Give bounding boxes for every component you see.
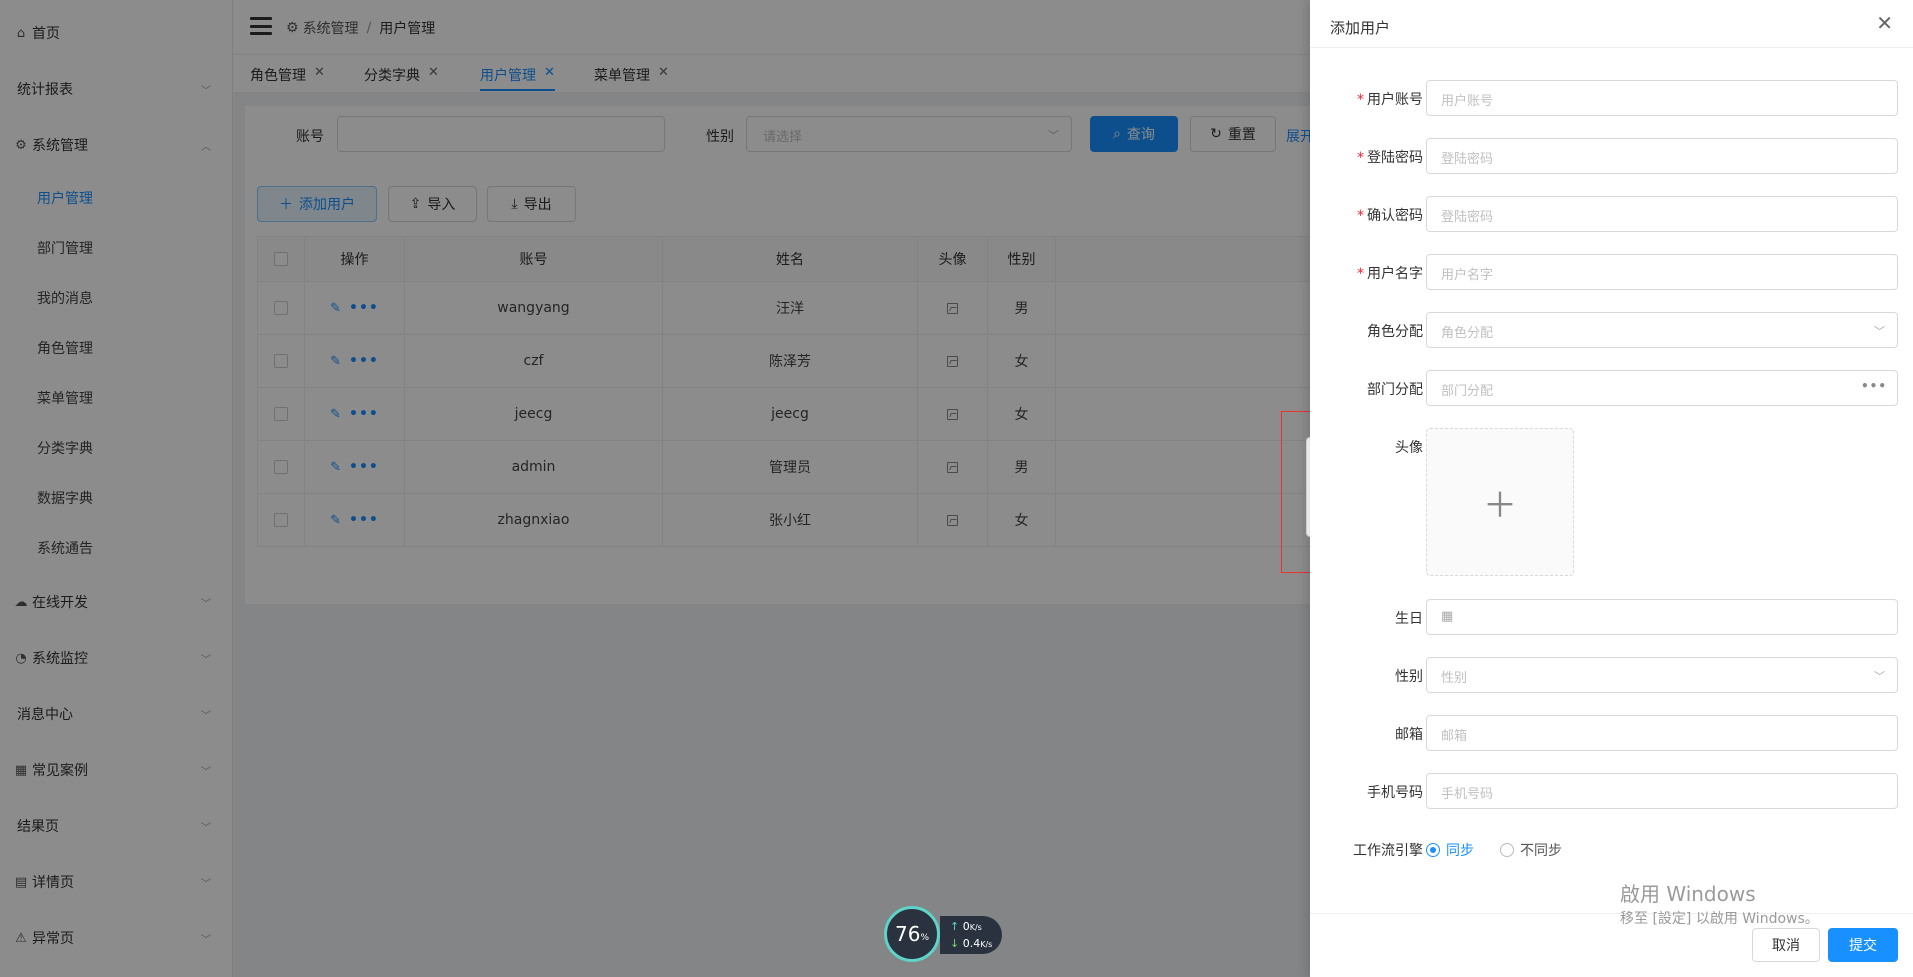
required-mark: * — [1357, 266, 1364, 282]
realname-placeholder: 用户名字 — [1441, 268, 1494, 283]
arrow-up-icon: ↑ — [950, 920, 960, 933]
gender-field-placeholder: 性别 — [1441, 671, 1468, 686]
phone-field[interactable]: 手机号码 — [1426, 773, 1898, 809]
required-mark: * — [1357, 150, 1364, 166]
avatar-label: 头像 — [1395, 440, 1423, 456]
calendar-icon: ▦ — [1441, 609, 1454, 624]
ellipsis-icon[interactable]: ••• — [1861, 379, 1887, 393]
upload-rate: 0 — [962, 920, 970, 933]
birthday-picker[interactable]: ▦ — [1426, 599, 1898, 635]
password-label-text: 登陆密码 — [1367, 150, 1423, 166]
close-icon[interactable]: ✕ — [1876, 13, 1893, 33]
chevron-down-icon: ﹀ — [1874, 670, 1885, 683]
workflow-radio-group: 同步 不同步 — [1426, 840, 1562, 860]
network-rates: ↑ 0K/s ↓ 0.4K/s — [940, 916, 1002, 954]
gender-field-label: 性别 — [1395, 669, 1423, 685]
workflow-async-label[interactable]: 不同步 — [1520, 840, 1562, 860]
avatar-upload[interactable]: ＋ — [1426, 428, 1574, 576]
role-select[interactable]: 角色分配 ﹀ — [1426, 312, 1898, 348]
submit-button[interactable]: 提交 — [1828, 928, 1898, 962]
network-percent-unit: % — [920, 933, 929, 943]
email-placeholder: 邮箱 — [1441, 729, 1468, 744]
drawer-title: 添加用户 — [1330, 19, 1391, 37]
drawer-footer: 取消 提交 — [1310, 913, 1913, 977]
arrow-down-icon: ↓ — [950, 937, 960, 950]
network-speed-widget: 76% ↑ 0K/s ↓ 0.4K/s — [884, 906, 1008, 962]
dept-select[interactable]: 部门分配 ••• — [1426, 370, 1898, 406]
network-percent: 76% — [884, 906, 940, 962]
username-label-text: 用户账号 — [1367, 92, 1423, 108]
confirm-password-placeholder: 登陆密码 — [1441, 210, 1494, 225]
dept-placeholder: 部门分配 — [1441, 384, 1494, 399]
password-placeholder: 登陆密码 — [1441, 152, 1494, 167]
confirm-password-label-text: 确认密码 — [1367, 208, 1423, 224]
confirm-password-label: * 确认密码 — [1303, 205, 1423, 225]
realname-label-text: 用户名字 — [1367, 266, 1423, 282]
modal-mask[interactable] — [0, 0, 1310, 977]
workflow-sync-radio[interactable] — [1426, 843, 1440, 857]
windows-activation-watermark: 啟用 Windows 移至 [設定] 以啟用 Windows。 — [1620, 878, 1819, 928]
workflow-async-radio[interactable] — [1500, 843, 1514, 857]
download-rate: 0.4 — [962, 937, 981, 950]
dept-label: 部门分配 — [1367, 382, 1423, 398]
email-label: 邮箱 — [1395, 727, 1423, 743]
watermark-line2: 移至 [設定] 以啟用 Windows。 — [1620, 911, 1819, 927]
realname-label: * 用户名字 — [1303, 263, 1423, 283]
add-user-drawer: 添加用户 ✕ * 用户账号 用户账号 * 登陆密码 登陆密码 * 确认密码 登陆密码 … — [1310, 0, 1913, 977]
workflow-sync-label[interactable]: 同步 — [1446, 840, 1474, 860]
realname-input[interactable]: 用户名字 — [1426, 254, 1898, 290]
gender-field-select[interactable]: 性别 ﹀ — [1426, 657, 1898, 693]
upload-rate-unit: K/s — [969, 923, 982, 932]
cancel-button[interactable]: 取消 — [1752, 928, 1820, 962]
confirm-password-input[interactable]: 登陆密码 — [1426, 196, 1898, 232]
email-field[interactable]: 邮箱 — [1426, 715, 1898, 751]
phone-label: 手机号码 — [1367, 785, 1423, 801]
password-input[interactable]: 登陆密码 — [1426, 138, 1898, 174]
chevron-down-icon: ﹀ — [1874, 325, 1885, 338]
watermark-line1: 啟用 Windows — [1620, 882, 1756, 906]
workflow-label: 工作流引擎 — [1353, 843, 1423, 859]
phone-placeholder: 手机号码 — [1441, 787, 1494, 802]
role-label: 角色分配 — [1367, 324, 1423, 340]
network-percent-value: 76 — [894, 922, 921, 946]
plus-icon: ＋ — [1483, 485, 1517, 526]
birthday-label: 生日 — [1395, 611, 1423, 627]
username-label: * 用户账号 — [1303, 89, 1423, 109]
username-input[interactable]: 用户账号 — [1426, 80, 1898, 116]
required-mark: * — [1357, 92, 1364, 108]
drawer-divider — [1310, 47, 1913, 48]
password-label: * 登陆密码 — [1303, 147, 1423, 167]
role-placeholder: 角色分配 — [1441, 326, 1494, 341]
username-placeholder: 用户账号 — [1441, 94, 1494, 109]
required-mark: * — [1357, 208, 1364, 224]
download-rate-unit: K/s — [980, 940, 993, 949]
